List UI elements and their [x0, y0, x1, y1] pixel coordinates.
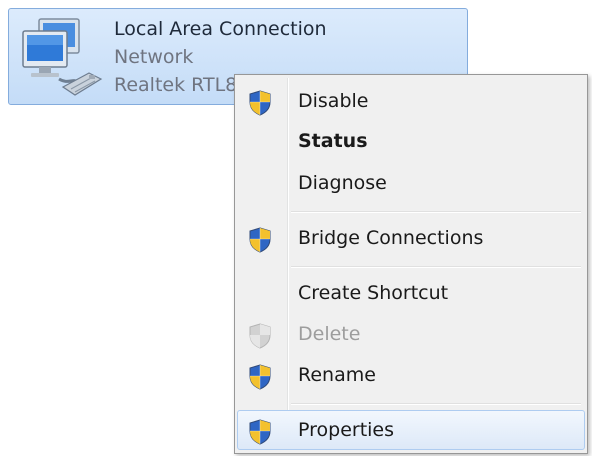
menu-separator	[291, 403, 581, 405]
menu-item-status-label: Status	[298, 130, 368, 152]
menu-item-disable-label: Disable	[298, 90, 369, 112]
menu-item-rename-label: Rename	[298, 364, 376, 386]
menu-item-properties[interactable]: Properties	[237, 410, 585, 450]
menu-item-diagnose[interactable]: Diagnose	[237, 163, 585, 203]
menu-item-delete: Delete	[237, 314, 585, 354]
uac-shield-icon	[249, 419, 271, 445]
uac-shield-icon	[249, 323, 271, 349]
menu-separator	[291, 211, 581, 213]
explorer-content-area: Local Area Connection Network Realtek RT…	[0, 0, 592, 456]
menu-item-properties-label: Properties	[298, 419, 395, 441]
uac-shield-icon	[249, 90, 271, 116]
context-menu: Disable Status Diagnose Bridge Connectio…	[234, 74, 588, 454]
menu-item-create-shortcut[interactable]: Create Shortcut	[237, 273, 585, 313]
menu-item-disable[interactable]: Disable	[237, 81, 585, 121]
menu-item-diagnose-label: Diagnose	[298, 172, 387, 194]
uac-shield-icon	[249, 364, 271, 390]
connection-name: Local Area Connection	[114, 18, 327, 40]
menu-separator	[291, 266, 581, 268]
network-adapter-icon	[22, 18, 103, 96]
menu-item-bridge-connections[interactable]: Bridge Connections	[237, 218, 585, 258]
menu-item-status[interactable]: Status	[237, 121, 585, 161]
menu-item-create-shortcut-label: Create Shortcut	[298, 282, 449, 304]
connection-network: Network	[114, 46, 194, 68]
menu-item-bridge-connections-label: Bridge Connections	[298, 227, 484, 249]
menu-item-delete-label: Delete	[298, 323, 361, 345]
menu-item-rename[interactable]: Rename	[237, 355, 585, 395]
uac-shield-icon	[249, 227, 271, 253]
